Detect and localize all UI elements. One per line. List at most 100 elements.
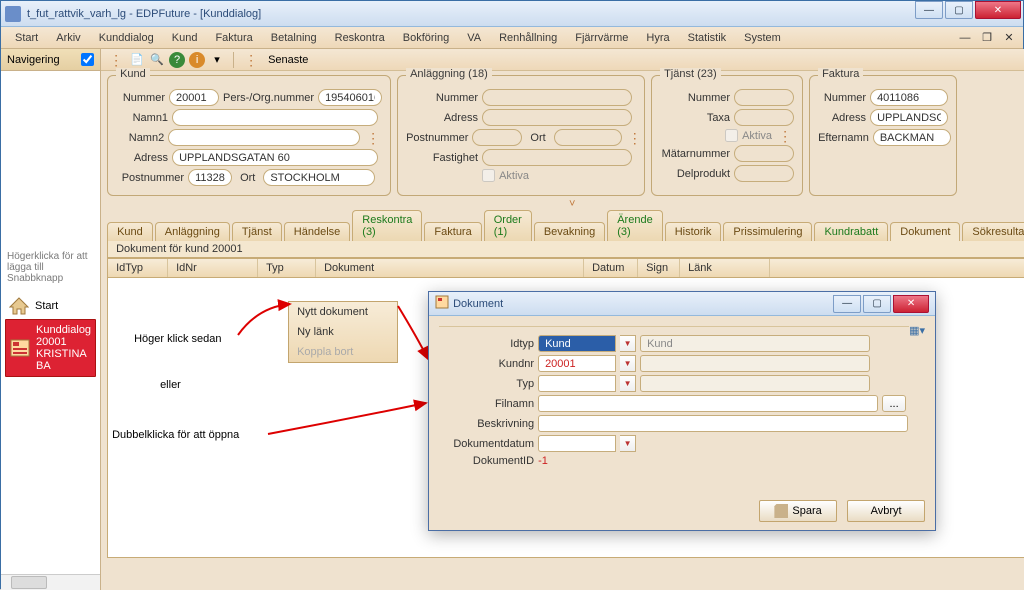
tab-anlggning[interactable]: Anläggning — [155, 222, 230, 241]
col-länk[interactable]: Länk — [680, 259, 770, 277]
nav-pin-checkbox[interactable] — [81, 53, 94, 66]
btn-browse[interactable]: ... — [882, 395, 906, 412]
btn-spara[interactable]: Spara — [759, 500, 837, 522]
tab-prissimulering[interactable]: Prissimulering — [723, 222, 812, 241]
inp-beskrivning[interactable] — [538, 415, 908, 432]
tab-historik[interactable]: Historik — [665, 222, 722, 241]
inp-anl-adress[interactable] — [482, 109, 632, 126]
mdi-close-icon[interactable]: ✕ — [1001, 30, 1017, 46]
dlg-close-button[interactable]: ✕ — [893, 295, 929, 313]
inp-tj-nummer[interactable] — [734, 89, 794, 106]
ctx-nytt-dokument[interactable]: Nytt dokument — [289, 302, 397, 322]
menu-fjärrvärme[interactable]: Fjärrvärme — [567, 30, 636, 46]
lbl-fastighet: Fastighet — [406, 152, 478, 164]
menu-renhållning[interactable]: Renhållning — [491, 30, 565, 46]
inp-namn2[interactable] — [168, 129, 360, 146]
close-button[interactable]: ✕ — [975, 1, 1021, 19]
ctx-ny-lank[interactable]: Ny länk — [289, 322, 397, 342]
inp-f-efternamn[interactable] — [873, 129, 951, 146]
menu-betalning[interactable]: Betalning — [263, 30, 325, 46]
chevron-down-icon[interactable]: ˅ — [101, 198, 1024, 210]
tab-bevakning[interactable]: Bevakning — [534, 222, 605, 241]
new-icon[interactable]: 📄 — [129, 52, 145, 68]
anl-more-icon[interactable]: ⋮ — [626, 133, 644, 143]
col-sign[interactable]: Sign — [638, 259, 680, 277]
inp-namn1[interactable] — [172, 109, 378, 126]
inp-dokdatum[interactable] — [538, 435, 616, 452]
dd-idtyp[interactable]: ▼ — [620, 335, 636, 352]
nav-scrollbar[interactable] — [1, 574, 100, 590]
chk-anl-aktiva[interactable] — [482, 169, 495, 182]
lbl-matarnr: Mätarnummer — [660, 148, 730, 160]
grip-icon[interactable]: ⋮ — [107, 55, 125, 65]
inp-kund-nummer[interactable] — [169, 89, 219, 106]
minimize-button[interactable]: — — [915, 1, 943, 19]
col-dokument[interactable]: Dokument — [316, 259, 584, 277]
col-typ[interactable]: Typ — [258, 259, 316, 277]
col-datum[interactable]: Datum — [584, 259, 638, 277]
tab-reskontra[interactable]: Reskontra (3) — [352, 210, 422, 241]
chk-tj-aktiva[interactable] — [725, 129, 738, 142]
inp-typ[interactable] — [538, 375, 616, 392]
tab-dokument[interactable]: Dokument — [890, 222, 960, 241]
tab-hndelse[interactable]: Händelse — [284, 222, 350, 241]
tab-kund[interactable]: Kund — [107, 222, 153, 241]
inp-taxa[interactable] — [734, 109, 794, 126]
inp-kund-adress[interactable] — [172, 149, 378, 166]
mdi-restore-icon[interactable]: ❐ — [979, 30, 995, 46]
inp-anl-postnr[interactable] — [472, 129, 522, 146]
dlg-options-icon[interactable]: ▦▾ — [909, 322, 925, 338]
inp-idtyp[interactable] — [538, 335, 616, 352]
tab-tjnst[interactable]: Tjänst — [232, 222, 282, 241]
menu-hyra[interactable]: Hyra — [638, 30, 677, 46]
menu-va[interactable]: VA — [459, 30, 489, 46]
dlg-titlebar[interactable]: Dokument — ▢ ✕ — [429, 292, 935, 316]
inp-fastighet[interactable] — [482, 149, 632, 166]
mdi-minimize-icon[interactable]: — — [957, 30, 973, 46]
tab-order[interactable]: Order (1) — [484, 210, 532, 241]
db-icon[interactable]: ▾ — [209, 52, 225, 68]
dlg-maximize-button[interactable]: ▢ — [863, 295, 891, 313]
info-icon[interactable]: i — [189, 52, 205, 68]
menu-kunddialog[interactable]: Kunddialog — [91, 30, 162, 46]
maximize-button[interactable]: ▢ — [945, 1, 973, 19]
menu-start[interactable]: Start — [7, 30, 46, 46]
col-idtyp[interactable]: IdTyp — [108, 259, 168, 277]
menu-system[interactable]: System — [736, 30, 789, 46]
menu-statistik[interactable]: Statistik — [680, 30, 735, 46]
recent-label[interactable]: Senaste — [264, 54, 312, 66]
inp-delprod[interactable] — [734, 165, 794, 182]
nav-start[interactable]: Start — [5, 295, 96, 317]
dd-typ[interactable]: ▼ — [620, 375, 636, 392]
menu-kund[interactable]: Kund — [164, 30, 206, 46]
inp-kund-pers[interactable] — [318, 89, 382, 106]
inp-kundnr[interactable] — [538, 355, 616, 372]
col-idnr[interactable]: IdNr — [168, 259, 258, 277]
inp-matarnr[interactable] — [734, 145, 794, 162]
nav-kunddialog[interactable]: Kunddialog 20001 KRISTINA BA — [5, 319, 96, 377]
inp-anl-nummer[interactable] — [482, 89, 632, 106]
dd-kundnr[interactable]: ▼ — [620, 355, 636, 372]
tab-skresultat[interactable]: Sökresultat — [962, 222, 1024, 241]
tab-rende[interactable]: Ärende (3) — [607, 210, 662, 241]
menu-arkiv[interactable]: Arkiv — [48, 30, 88, 46]
btn-avbryt[interactable]: Avbryt — [847, 500, 925, 522]
tj-more-icon[interactable]: ⋮ — [776, 131, 794, 141]
dd-dokdatum[interactable]: ▼ — [620, 435, 636, 452]
inp-f-adress[interactable] — [870, 109, 948, 126]
tab-kundrabatt[interactable]: Kundrabatt — [814, 222, 888, 241]
menu-bokföring[interactable]: Bokföring — [395, 30, 457, 46]
inp-ort[interactable] — [263, 169, 375, 186]
search-icon[interactable]: 🔍 — [149, 52, 165, 68]
kund-more-icon[interactable]: ⋮ — [364, 133, 382, 143]
tab-faktura[interactable]: Faktura — [424, 222, 481, 241]
dlg-minimize-button[interactable]: — — [833, 295, 861, 313]
help-icon[interactable]: ? — [169, 52, 185, 68]
grip2-icon[interactable]: ⋮ — [242, 55, 260, 65]
menu-faktura[interactable]: Faktura — [207, 30, 260, 46]
inp-filnamn[interactable] — [538, 395, 878, 412]
inp-postnr[interactable] — [188, 169, 232, 186]
inp-anl-ort[interactable] — [554, 129, 622, 146]
inp-f-nummer[interactable] — [870, 89, 948, 106]
menu-reskontra[interactable]: Reskontra — [327, 30, 393, 46]
